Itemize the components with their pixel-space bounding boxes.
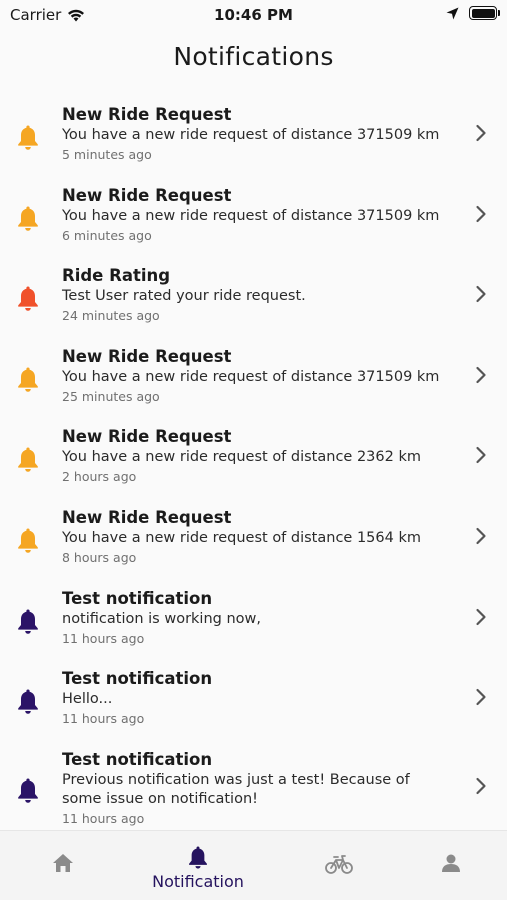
bell-icon bbox=[189, 846, 207, 869]
chevron-right-icon bbox=[476, 366, 486, 383]
bell-icon bbox=[18, 689, 38, 714]
notification-time: 25 minutes ago bbox=[62, 388, 160, 404]
notification-item[interactable]: Test notification notification is workin… bbox=[0, 578, 507, 659]
notification-message: Test User rated your ride request. bbox=[62, 288, 306, 305]
bell-icon bbox=[18, 447, 38, 473]
notification-time: 6 minutes ago bbox=[62, 227, 152, 243]
notification-item[interactable]: Ride Rating Test User rated your ride re… bbox=[0, 255, 507, 336]
notification-item[interactable]: New Ride Request You have a new ride req… bbox=[0, 175, 507, 256]
chevron-right-icon bbox=[476, 777, 486, 794]
chevron-right-icon bbox=[476, 286, 486, 303]
notification-item[interactable]: Test notification Previous notification … bbox=[0, 739, 507, 835]
notification-message: You have a new ride request of distance … bbox=[62, 449, 421, 466]
status-time: 10:46 PM bbox=[214, 6, 293, 24]
notification-title: Test notification bbox=[62, 749, 213, 769]
tab-home[interactable] bbox=[0, 831, 126, 900]
bottom-tab-bar: Notification bbox=[0, 830, 507, 900]
bell-icon bbox=[18, 125, 38, 150]
home-icon bbox=[53, 854, 73, 872]
tab-notification[interactable]: Notification bbox=[135, 831, 261, 900]
bell-icon bbox=[18, 286, 38, 311]
notification-item[interactable]: Test notification Hello... 11 hours ago bbox=[0, 658, 507, 739]
chevron-right-icon bbox=[476, 527, 486, 545]
notification-message: You have a new ride request of distance … bbox=[62, 368, 440, 385]
notification-message: You have a new ride request of distance … bbox=[62, 207, 440, 224]
person-icon bbox=[442, 854, 460, 872]
chevron-right-icon bbox=[476, 608, 486, 625]
status-right bbox=[446, 6, 500, 20]
notification-time: 11 hours ago bbox=[62, 810, 145, 826]
notification-title: Ride Rating bbox=[62, 266, 171, 286]
bell-icon bbox=[18, 528, 38, 553]
status-bar: Carrier 10:46 PM bbox=[0, 0, 507, 30]
notification-title: New Ride Request bbox=[62, 427, 232, 447]
notification-time: 2 hours ago bbox=[62, 469, 137, 485]
notification-title: New Ride Request bbox=[62, 185, 232, 205]
notification-message: Hello... bbox=[62, 691, 113, 708]
notification-message: notification is working now, bbox=[62, 610, 261, 627]
notification-time: 11 hours ago bbox=[62, 711, 145, 727]
bell-icon bbox=[18, 609, 38, 634]
bell-icon bbox=[18, 778, 38, 803]
battery-icon bbox=[469, 6, 500, 20]
bell-icon bbox=[18, 206, 38, 231]
notification-message: You have a new ride request of distance … bbox=[62, 529, 421, 546]
notification-title: New Ride Request bbox=[62, 105, 232, 124]
notification-message: You have a new ride request of distance … bbox=[62, 127, 440, 143]
bicycle-icon bbox=[325, 855, 353, 874]
bell-icon bbox=[18, 367, 38, 392]
location-arrow-icon bbox=[446, 7, 459, 19]
notification-item[interactable]: New Ride Request You have a new ride req… bbox=[0, 416, 507, 497]
notification-title: Test notification bbox=[62, 588, 213, 608]
tab-profile[interactable] bbox=[388, 831, 507, 900]
notification-time: 11 hours ago bbox=[62, 630, 145, 646]
notification-time: 24 minutes ago bbox=[62, 308, 160, 324]
notification-message: Previous notification was just a test! B… bbox=[62, 771, 410, 807]
chevron-right-icon bbox=[476, 124, 486, 142]
notification-time: 8 hours ago bbox=[62, 549, 137, 565]
notification-list: New Ride Request You have a new ride req… bbox=[0, 94, 507, 835]
chevron-right-icon bbox=[476, 689, 486, 706]
notification-title: Test notification bbox=[62, 669, 213, 689]
notification-title: New Ride Request bbox=[62, 346, 232, 366]
chevron-right-icon bbox=[476, 447, 486, 464]
notification-title: New Ride Request bbox=[62, 507, 232, 527]
notification-time: 5 minutes ago bbox=[62, 147, 152, 162]
tab-rides[interactable] bbox=[276, 831, 402, 900]
notification-item[interactable]: New Ride Request You have a new ride req… bbox=[0, 94, 507, 175]
page-title: Notifications bbox=[173, 42, 334, 71]
notification-item[interactable]: New Ride Request You have a new ride req… bbox=[0, 336, 507, 417]
chevron-right-icon bbox=[476, 205, 486, 222]
notification-item[interactable]: New Ride Request You have a new ride req… bbox=[0, 497, 507, 578]
tab-notification-label: Notification bbox=[152, 872, 244, 891]
